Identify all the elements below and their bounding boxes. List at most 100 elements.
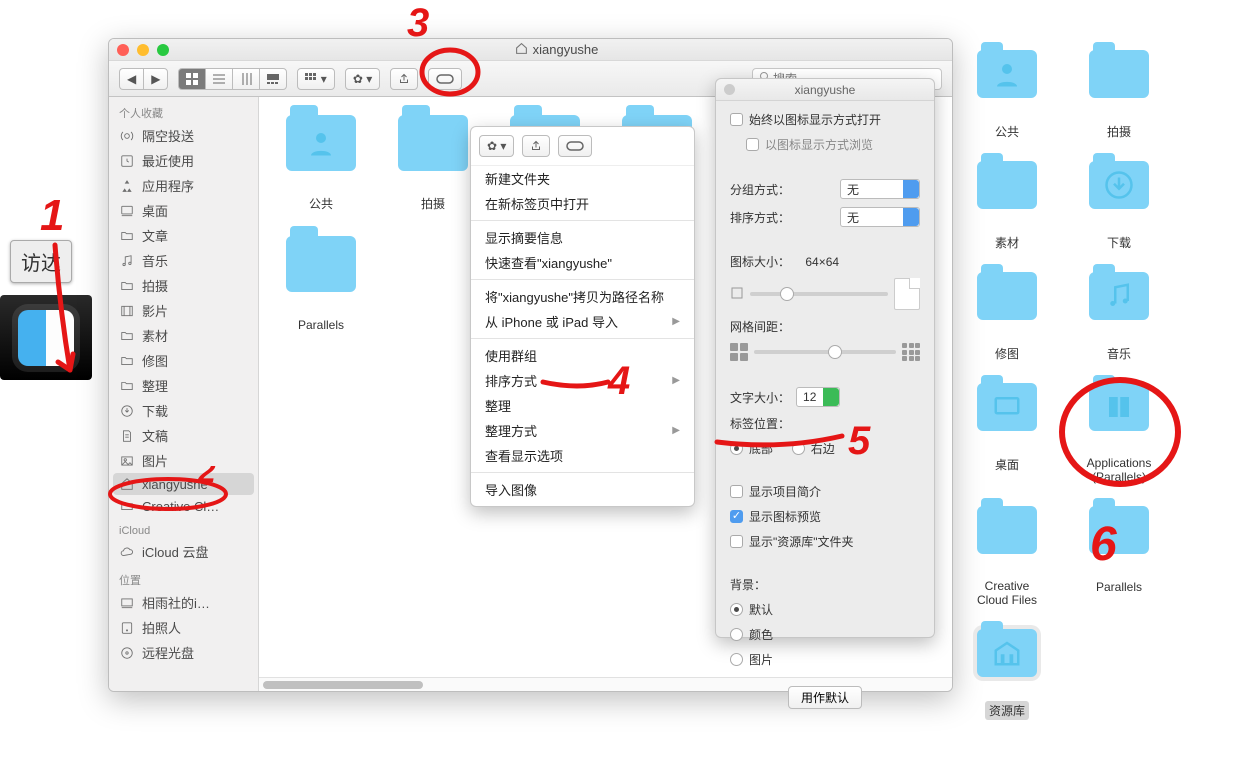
sidebar-item[interactable]: 远程光盘 <box>109 640 258 665</box>
grid-loose-icon <box>902 343 920 361</box>
icon-view-button[interactable] <box>178 68 205 90</box>
bg-color-radio[interactable] <box>730 628 743 641</box>
menu-item[interactable]: 整理方式▶ <box>471 418 694 443</box>
folder-label: Parallels <box>1092 579 1146 595</box>
desktop-folder-item[interactable]: 拍摄 <box>1080 50 1158 141</box>
menu-item[interactable]: 导入图像 <box>471 477 694 502</box>
sidebar-item[interactable]: 桌面 <box>109 198 258 223</box>
forward-button[interactable]: ▶ <box>143 68 168 90</box>
folder-icon <box>977 50 1037 98</box>
svg-text:1: 1 <box>40 191 64 240</box>
folder-icon <box>119 278 135 294</box>
desktop-folder-item[interactable]: Parallels <box>1080 506 1158 609</box>
desktop-folder-item[interactable]: Creative Cloud Files <box>968 506 1046 609</box>
sidebar-item[interactable]: 拍摄 <box>109 273 258 298</box>
desktop-folder-item[interactable]: 资源库 <box>968 629 1046 720</box>
submenu-arrow-icon: ▶ <box>672 316 680 327</box>
desktop-folder-item[interactable]: 下载 <box>1080 161 1158 252</box>
menu-item[interactable]: 查看显示选项 <box>471 443 694 468</box>
sidebar-item[interactable]: 图片 <box>109 448 258 473</box>
desktop-folder-item[interactable]: 修图 <box>968 272 1046 363</box>
zoom-icon[interactable] <box>157 44 169 56</box>
browse-icon-checkbox[interactable] <box>746 138 759 151</box>
sidebar-item[interactable]: 素材 <box>109 323 258 348</box>
menu-item[interactable]: 排序方式▶ <box>471 368 694 393</box>
menu-gear-icon[interactable]: ✿ ▾ <box>479 135 514 157</box>
sidebar-item-label: 音乐 <box>142 251 168 270</box>
gallery-view-button[interactable] <box>259 68 287 90</box>
sidebar-item[interactable]: Creative Cl… <box>109 495 258 517</box>
folder-item[interactable]: Parallels <box>271 236 371 334</box>
textsize-select[interactable]: 12 <box>796 387 840 407</box>
sidebar-item[interactable]: 隔空投送 <box>109 123 258 148</box>
airdrop-icon <box>119 128 135 144</box>
sidebar-item[interactable]: xiangyushe <box>113 473 254 495</box>
sidebar-section-header: 个人收藏 <box>109 97 258 123</box>
desktop-folder-item[interactable]: 音乐 <box>1080 272 1158 363</box>
sidebar-item-label: 整理 <box>142 376 168 395</box>
bg-picture-radio[interactable] <box>730 653 743 666</box>
desktop-folder-item[interactable]: Applications (Parallels) <box>1080 383 1158 486</box>
folder-item[interactable]: 公共 <box>271 115 371 226</box>
sidebar-item[interactable]: 修图 <box>109 348 258 373</box>
sort-select[interactable]: 无 <box>840 207 920 227</box>
sidebar-item[interactable]: 拍照人 <box>109 615 258 640</box>
sidebar-item[interactable]: 影片 <box>109 298 258 323</box>
iconsize-slider[interactable] <box>750 292 888 296</box>
sidebar-item[interactable]: iCloud 云盘 <box>109 539 258 564</box>
sidebar-item-label: 应用程序 <box>142 176 194 195</box>
sidebar-item[interactable]: 下载 <box>109 398 258 423</box>
sidebar-item[interactable]: 应用程序 <box>109 173 258 198</box>
labelpos-bottom-radio[interactable] <box>730 442 743 455</box>
menu-item[interactable]: 使用群组 <box>471 343 694 368</box>
folder-icon <box>977 383 1037 431</box>
sidebar-item[interactable]: 文稿 <box>109 423 258 448</box>
show-info-checkbox[interactable] <box>730 485 743 498</box>
show-library-checkbox[interactable] <box>730 535 743 548</box>
group-button[interactable]: ▾ <box>297 68 334 90</box>
back-button[interactable]: ◀ <box>119 68 143 90</box>
menu-item[interactable]: 新建文件夹 <box>471 166 694 191</box>
menu-item[interactable]: 整理 <box>471 393 694 418</box>
desktop-folder-item[interactable]: 素材 <box>968 161 1046 252</box>
labelpos-right-radio[interactable] <box>792 442 805 455</box>
menu-tags-icon[interactable] <box>558 135 592 157</box>
menu-item[interactable]: 快速查看"xiangyushe" <box>471 250 694 275</box>
folder-item[interactable]: 拍摄 <box>383 115 483 226</box>
desktop-folder-item[interactable]: 桌面 <box>968 383 1046 486</box>
column-view-button[interactable] <box>232 68 259 90</box>
vop-close-icon[interactable] <box>724 84 735 95</box>
action-dropdown-menu: ✿ ▾ 新建文件夹在新标签页中打开显示摘要信息快速查看"xiangyushe" 将… <box>470 126 695 507</box>
minimize-icon[interactable] <box>137 44 149 56</box>
disk-icon <box>119 620 135 636</box>
close-icon[interactable] <box>117 44 129 56</box>
sidebar-item[interactable]: 文章 <box>109 223 258 248</box>
menu-item[interactable]: 显示摘要信息 <box>471 225 694 250</box>
bg-default-radio[interactable] <box>730 603 743 616</box>
vop-titlebar: xiangyushe <box>716 79 934 101</box>
desktop-icon <box>119 203 135 219</box>
sidebar-item[interactable]: 音乐 <box>109 248 258 273</box>
group-select[interactable]: 无 <box>840 179 920 199</box>
sidebar-item-label: 最近使用 <box>142 151 194 170</box>
menu-item[interactable]: 在新标签页中打开 <box>471 191 694 216</box>
always-icon-checkbox[interactable] <box>730 113 743 126</box>
list-view-button[interactable] <box>205 68 232 90</box>
folder-icon <box>1089 272 1149 320</box>
desktop-folder-item[interactable]: 公共 <box>968 50 1046 141</box>
sidebar-item[interactable]: 相雨社的i… <box>109 590 258 615</box>
dock-finder-icon[interactable] <box>0 295 92 380</box>
use-default-button[interactable]: 用作默认 <box>788 686 862 709</box>
tags-button[interactable] <box>428 68 462 90</box>
sidebar-item-label: xiangyushe <box>142 477 208 492</box>
sidebar-item[interactable]: 整理 <box>109 373 258 398</box>
menu-item[interactable]: 从 iPhone 或 iPad 导入▶ <box>471 309 694 334</box>
clock-icon <box>119 153 135 169</box>
sidebar-item[interactable]: 最近使用 <box>109 148 258 173</box>
gridspace-slider[interactable] <box>754 350 896 354</box>
menu-share-icon[interactable] <box>522 135 550 157</box>
menu-item[interactable]: 将"xiangyushe"拷贝为路径名称 <box>471 284 694 309</box>
action-button[interactable]: ✿ ▾ <box>345 68 380 90</box>
share-button[interactable] <box>390 68 418 90</box>
show-preview-checkbox[interactable] <box>730 510 743 523</box>
